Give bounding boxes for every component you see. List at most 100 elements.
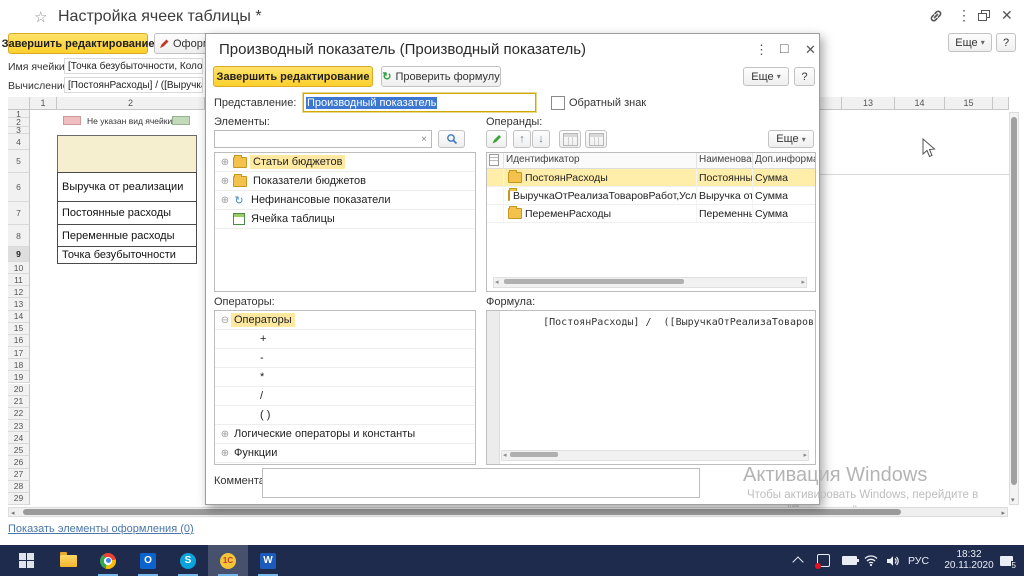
favorite-star-icon[interactable]: ☆: [34, 8, 47, 26]
clock[interactable]: 18:32 20.11.2020: [941, 545, 997, 576]
scroll-down-icon[interactable]: ▾: [1011, 496, 1015, 504]
row-header-11[interactable]: 11: [8, 274, 30, 286]
row-header-26[interactable]: 26: [8, 456, 30, 468]
row-header-7[interactable]: 7: [8, 202, 30, 225]
column-header-partial[interactable]: [993, 97, 1009, 110]
table-settings-button-1[interactable]: [559, 130, 581, 148]
window-menu-icon[interactable]: ⋮: [957, 7, 971, 24]
grid-merged-header-cell[interactable]: [57, 135, 197, 173]
expand-icon[interactable]: ⊕: [219, 176, 231, 187]
expand-icon[interactable]: ⊕: [219, 157, 231, 168]
formula-panel[interactable]: [ПостоянРасходы] / ([ВыручкаОтРеализаТов…: [486, 310, 816, 465]
window-restore-icon[interactable]: [978, 9, 991, 25]
scroll-left-icon[interactable]: ◂: [11, 509, 15, 517]
search-button[interactable]: [438, 130, 465, 148]
app-more-button[interactable]: Еще▾: [948, 33, 992, 52]
taskbar-1c[interactable]: 1С: [208, 545, 248, 576]
column-header-15[interactable]: 15: [945, 97, 993, 110]
grid-cell-row-6[interactable]: Выручка от реализации: [57, 172, 197, 202]
element-item[interactable]: Ячейка таблицы: [215, 210, 475, 229]
row-header-27[interactable]: 27: [8, 469, 30, 481]
row-header-9[interactable]: 9: [8, 247, 30, 262]
row-header-22[interactable]: 22: [8, 408, 30, 420]
move-down-button[interactable]: ↓: [532, 130, 550, 148]
column-header-2[interactable]: 2: [57, 97, 205, 110]
action-center-icon[interactable]: [817, 545, 830, 576]
inverse-sign-checkbox[interactable]: [551, 96, 565, 110]
elements-search-input[interactable]: ×: [214, 130, 432, 148]
operator-item[interactable]: *: [215, 368, 475, 387]
row-header-14[interactable]: 14: [8, 311, 30, 323]
expand-icon[interactable]: ⊕: [219, 448, 231, 459]
horizontal-scrollbar[interactable]: ◂ ▸: [8, 507, 1008, 517]
row-header-5[interactable]: 5: [8, 150, 30, 173]
taskbar-word[interactable]: W: [248, 545, 288, 576]
row-header-6[interactable]: 6: [8, 173, 30, 202]
row-header-23[interactable]: 23: [8, 420, 30, 432]
battery-icon[interactable]: [842, 545, 857, 576]
link-icon[interactable]: [928, 8, 944, 27]
row-header-29[interactable]: 29: [8, 493, 30, 505]
dialog-more-button[interactable]: Еще▾: [743, 67, 789, 86]
table-settings-button-2[interactable]: [585, 130, 607, 148]
taskbar-explorer[interactable]: [48, 545, 88, 576]
finish-editing-button[interactable]: Завершить редактирование: [8, 33, 148, 54]
wifi-icon[interactable]: [864, 545, 878, 576]
operator-item[interactable]: /: [215, 387, 475, 406]
row-header-15[interactable]: 15: [8, 323, 30, 335]
row-header-21[interactable]: 21: [8, 396, 30, 408]
element-item[interactable]: ⊕ Показатели бюджетов: [215, 172, 475, 191]
dialog-help-button[interactable]: ?: [794, 67, 815, 86]
taskbar-start[interactable]: [6, 545, 46, 576]
taskbar-skype[interactable]: S: [168, 545, 208, 576]
row-header-3[interactable]: 3: [8, 127, 30, 134]
operands-more-button[interactable]: Еще▾: [768, 130, 814, 148]
dialog-menu-icon[interactable]: ⋮: [755, 42, 768, 58]
scroll-right-icon[interactable]: ▸: [1001, 509, 1005, 517]
row-header-28[interactable]: 28: [8, 481, 30, 493]
row-header-18[interactable]: 18: [8, 359, 30, 371]
row-header-16[interactable]: 16: [8, 335, 30, 347]
cell-name-field[interactable]: [Точка безубыточности, Колонка]: [64, 58, 203, 74]
taskbar-chrome[interactable]: [88, 545, 128, 576]
dialog-finish-editing-button[interactable]: Завершить редактирование: [213, 66, 373, 87]
grid-cell-row-8[interactable]: Переменные расходы: [57, 224, 197, 247]
operand-row[interactable]: ПостоянРасходы Постоянные... Сумма: [487, 169, 815, 187]
operator-item[interactable]: +: [215, 330, 475, 349]
expand-icon[interactable]: ⊕: [219, 429, 231, 440]
calculation-field[interactable]: [ПостоянРасходы] / ([ВыручкаОтР: [64, 77, 203, 93]
row-header-13[interactable]: 13: [8, 298, 30, 310]
row-header-12[interactable]: 12: [8, 286, 30, 298]
expand-icon[interactable]: ⊖: [219, 315, 231, 326]
app-help-button[interactable]: ?: [996, 33, 1016, 52]
edit-operand-button[interactable]: [486, 130, 507, 148]
row-header-8[interactable]: 8: [8, 225, 30, 247]
column-header-1[interactable]: 1: [30, 97, 57, 110]
taskbar-outlook[interactable]: O: [128, 545, 168, 576]
dialog-close-icon[interactable]: ✕: [805, 42, 816, 58]
presentation-input[interactable]: Производный показатель: [303, 93, 536, 112]
horizontal-scrollbar-thumb[interactable]: [23, 509, 901, 515]
operand-row[interactable]: ПеременРасходы Переменны... Сумма: [487, 205, 815, 223]
comment-textarea[interactable]: [262, 468, 700, 498]
operator-item[interactable]: ⊖ Операторы: [215, 311, 475, 330]
expand-icon[interactable]: ⊕: [219, 195, 231, 206]
operator-item[interactable]: -: [215, 349, 475, 368]
grid-cell-row-9[interactable]: Точка безубыточности: [57, 246, 197, 264]
operand-row[interactable]: ВыручкаОтРеализаТоваровРабот,Услуг Выруч…: [487, 187, 815, 205]
operands-h-scrollbar[interactable]: ◂ ▸: [493, 277, 807, 288]
vertical-scrollbar[interactable]: ▾: [1009, 112, 1019, 505]
check-formula-button[interactable]: ↻ Проверить формулу: [381, 66, 501, 87]
show-formatting-elements-link[interactable]: Показать элементы оформления (0): [8, 523, 194, 535]
notifications-icon[interactable]: 5: [1000, 545, 1013, 576]
row-header-25[interactable]: 25: [8, 444, 30, 456]
move-up-button[interactable]: ↑: [513, 130, 531, 148]
operator-item[interactable]: ⊕ Логические операторы и константы: [215, 425, 475, 444]
grid-cell-row-7[interactable]: Постоянные расходы: [57, 201, 197, 225]
operator-item[interactable]: ( ): [215, 406, 475, 425]
element-item[interactable]: ⊕↻ Нефинансовые показатели: [215, 191, 475, 210]
row-header-20[interactable]: 20: [8, 384, 30, 396]
element-item[interactable]: ⊕ Статьи бюджетов: [215, 153, 475, 172]
language-indicator[interactable]: РУС: [908, 545, 929, 576]
formula-h-scrollbar[interactable]: ◂ ▸: [501, 450, 809, 461]
